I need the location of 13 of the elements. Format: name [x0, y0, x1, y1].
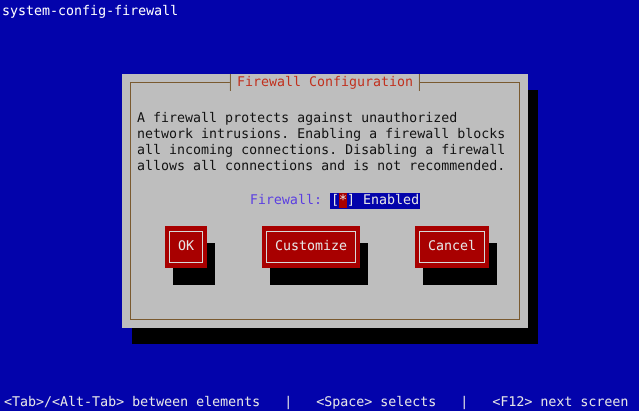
dialog-button[interactable]: Customize [262, 226, 360, 268]
status-hint: <F12> next screen [492, 395, 628, 411]
status-hint: | [284, 395, 292, 411]
status-hint: | [460, 395, 468, 411]
status-hint: <Tab>/<Alt-Tab> between elements [4, 395, 260, 411]
dialog-button[interactable]: Cancel [414, 226, 489, 268]
status-hint: <Space> selects [316, 395, 436, 411]
firewall-label: Firewall: [250, 193, 322, 209]
window-title: system-config-firewall [1, 3, 178, 20]
dialog-button[interactable]: OK [165, 226, 208, 268]
dialog-title: Firewall Configuration [230, 74, 420, 91]
dialog-message: A firewall protects against unauthorized network intrusions. Enabling a firewall blocks all incoming connections. Disabling a firewall allows all connections and is not recommended. [137, 111, 506, 175]
enabled-checkbox[interactable]: [*] Enabled [330, 193, 420, 209]
